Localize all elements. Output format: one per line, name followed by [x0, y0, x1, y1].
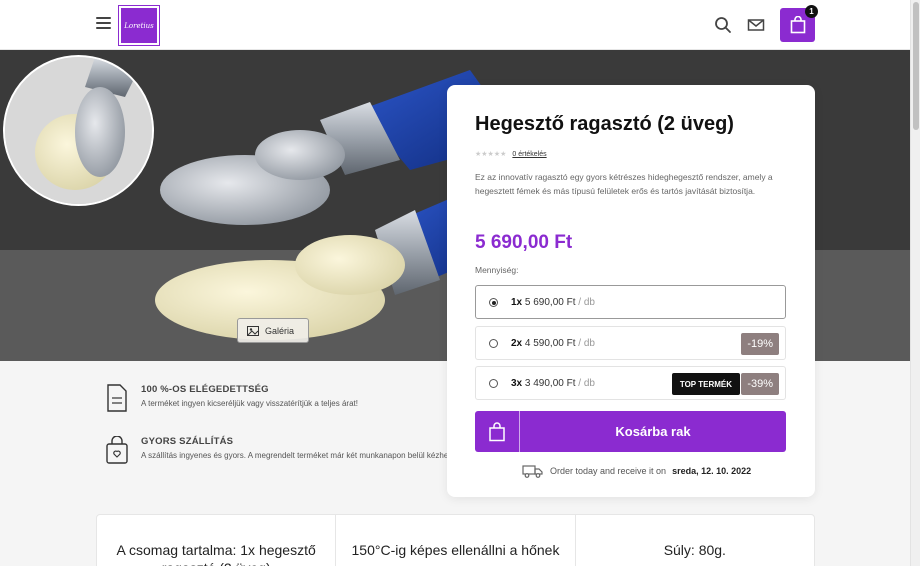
feature-title: 100 %-OS ELÉGEDETTSÉG [141, 384, 269, 395]
truck-icon [522, 465, 543, 478]
product-thumbnail[interactable] [3, 55, 154, 206]
option-label: 3x 3 490,00 Ft / db [511, 378, 595, 389]
gallery-button[interactable]: Galéria [237, 318, 309, 343]
shopping-bag-heart-icon [106, 436, 128, 464]
product-price: 5 690,00 Ft [475, 232, 573, 253]
radio-button[interactable] [489, 339, 498, 348]
delivery-text: Order today and receive it on [550, 466, 667, 476]
spec-heat-resistance: 150°C-ig képes ellenállni a hőnek [336, 515, 576, 566]
top-product-badge: TOP TERMÉK [671, 373, 740, 395]
image-icon [247, 325, 259, 336]
scrollbar-thumb[interactable] [913, 2, 919, 130]
discount-badge: -19% [741, 333, 779, 355]
product-description: Ez az innovatív ragasztó egy gyors kétré… [475, 172, 773, 196]
cart-count-badge: 1 [805, 5, 818, 18]
feature-title: GYORS SZÁLLÍTÁS [141, 436, 234, 447]
site-header: Loretius 1 [0, 0, 910, 50]
product-rating: ★★★★★ 0 értékelés [475, 150, 547, 159]
menu-icon[interactable] [96, 17, 111, 29]
product-title: Hegesztő ragasztó (2 üveg) [475, 113, 734, 135]
gallery-label: Galéria [265, 325, 295, 336]
delivery-date: sreda, 12. 10. 2022 [672, 466, 752, 476]
logo-text: Loretius [124, 21, 154, 30]
discount-badge: -39% [741, 373, 779, 395]
add-to-cart-label: Kosárba rak [615, 424, 691, 439]
radio-button[interactable] [489, 298, 498, 307]
thumbnail-photo [5, 57, 152, 204]
reviews-link[interactable]: 0 értékelés [512, 151, 546, 158]
quantity-option-2x[interactable]: 2x 4 590,00 Ft / db -19% [475, 326, 786, 360]
spec-package-contents: A csomag tartalma: 1x hegesztő ragasztó … [97, 515, 337, 566]
quantity-option-1x[interactable]: 1x 5 690,00 Ft / db [475, 285, 786, 319]
shopping-bag-icon [475, 411, 520, 452]
quantity-option-3x[interactable]: 3x 3 490,00 Ft / db TOP TERMÉK -39% [475, 366, 786, 400]
feature-text: A terméket ingyen kicseréljük vagy vissz… [141, 399, 358, 408]
mail-icon[interactable] [747, 16, 765, 34]
radio-button[interactable] [489, 379, 498, 388]
add-to-cart-button[interactable]: Kosárba rak [475, 411, 786, 452]
product-card: Hegesztő ragasztó (2 üveg) ★★★★★ 0 érték… [447, 85, 815, 497]
option-label: 1x 5 690,00 Ft / db [511, 297, 595, 308]
product-specs: A csomag tartalma: 1x hegesztő ragasztó … [96, 514, 815, 566]
site-logo[interactable]: Loretius [118, 5, 160, 46]
search-icon[interactable] [714, 16, 732, 34]
option-label: 2x 4 590,00 Ft / db [511, 338, 595, 349]
quantity-label: Mennyiség: [475, 265, 519, 275]
document-icon [107, 384, 127, 412]
star-rating: ★★★★★ [475, 151, 507, 158]
page-scrollbar[interactable] [910, 0, 920, 566]
delivery-info: Order today and receive it on sreda, 12.… [522, 464, 751, 478]
feature-text: A szállítás ingyenes és gyors. A megrend… [141, 451, 449, 460]
spec-weight: Súly: 80g. [663, 542, 726, 558]
shopping-bag-icon [790, 16, 805, 34]
